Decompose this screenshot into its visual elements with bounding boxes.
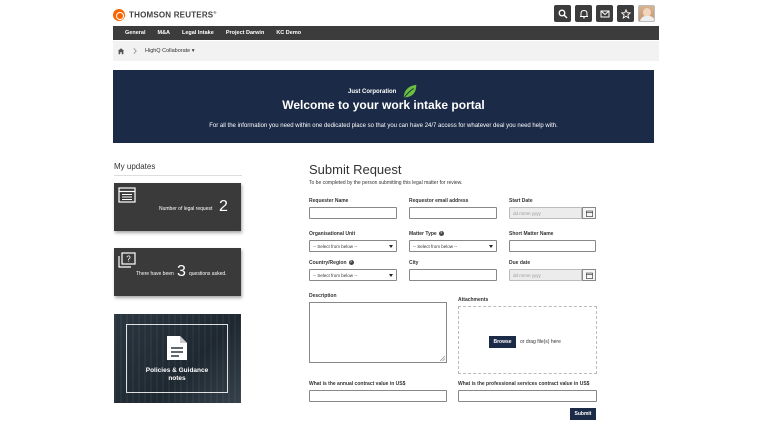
search-icon [558,9,567,18]
org-unit-select[interactable]: -- Select from below -- [309,240,397,252]
star-icon [620,8,631,19]
matter-type-select[interactable]: -- Select from below -- [409,240,497,252]
services-value-label: What is the professional services contra… [458,381,590,387]
chevron-right-icon [133,47,137,55]
list-icon [118,187,136,203]
home-icon[interactable] [117,47,125,55]
description-label: Description [309,293,337,299]
short-matter-input[interactable] [509,240,596,252]
policies-title: Policies & Guidance notes [145,367,209,382]
attachments-dropzone[interactable]: Browse or drag file(s) here [458,306,597,374]
description-textarea[interactable] [309,302,447,363]
header-actions [554,5,655,22]
form-title: Submit Request [309,162,402,177]
chevron-down-icon [489,244,493,248]
country-select[interactable]: -- Select from below -- [309,269,397,281]
org-unit-label: Organisational Unit [309,231,356,237]
start-date-label: Start Date [509,198,533,204]
country-label: Country/Region? [309,260,354,266]
search-button[interactable] [554,5,571,22]
brand-logo[interactable]: THOMSON REUTERS® [113,8,217,22]
question-icon: ? [118,252,136,268]
nav-item-legal-intake[interactable]: Legal Intake [176,30,220,36]
requester-name-input[interactable] [309,207,397,219]
favorites-button[interactable] [617,5,634,22]
due-date-calendar-button[interactable] [582,269,596,281]
nav-item-project-darwin[interactable]: Project Darwin [220,30,271,36]
mail-icon [600,10,609,17]
calendar-icon [585,210,593,217]
form-subtitle: To be completed by the person submitting… [309,180,463,186]
services-value-input[interactable] [458,390,597,402]
breadcrumb: HighQ Collaborate ▾ [113,41,659,61]
main-nav: General M&A Legal Intake Project Darwin … [113,26,659,40]
attachments-label: Attachments [458,297,489,303]
city-input[interactable] [409,269,497,281]
annual-value-label: What is the annual contract value in US$ [309,381,406,387]
calendar-icon [585,272,593,279]
messages-button[interactable] [596,5,613,22]
requester-email-input[interactable] [409,207,497,219]
chevron-down-icon [389,273,393,277]
nav-item-general[interactable]: General [119,30,151,36]
short-matter-label: Short Matter Name [509,231,554,237]
svg-text:?: ? [126,255,131,264]
divider [114,175,242,176]
due-date-label: Due date [509,260,531,266]
user-avatar[interactable] [638,5,655,22]
my-updates-title: My updates [114,162,156,171]
questions-suffix: questions asked. [189,271,227,277]
nav-item-kc-demo[interactable]: KC Demo [270,30,307,36]
questions-prefix: There have been [136,271,174,277]
browse-button[interactable]: Browse [489,336,516,348]
submit-button[interactable]: Submit [570,408,596,420]
matter-type-label: Matter Type? [409,231,444,237]
legal-requests-label: Number of legal request [159,206,213,212]
start-date-input[interactable]: dd mmm yyyy [509,207,582,219]
policies-guidance-tile[interactable]: Policies & Guidance notes [114,314,241,403]
due-date-input[interactable]: dd mmm yyyy [509,269,582,281]
welcome-banner: Just Corporation Welcome to your work in… [113,70,654,143]
legal-requests-count: 2 [219,198,228,215]
drag-files-text: or drag file(s) here [520,339,561,345]
chevron-down-icon [389,244,393,248]
questions-count: 3 [177,263,186,280]
resize-handle-icon[interactable] [440,356,445,361]
notifications-button[interactable] [575,5,592,22]
banner-subtitle: For all the information you need within … [209,123,558,129]
banner-title: Welcome to your work intake portal [282,98,485,112]
legal-requests-card[interactable]: Number of legal request 2 [114,183,241,231]
nav-item-m-and-a[interactable]: M&A [151,30,176,36]
start-date-calendar-button[interactable] [582,207,596,219]
requester-name-label: Requester Name [309,198,349,204]
thomson-reuters-logo-icon [113,9,125,21]
help-icon[interactable]: ? [438,231,444,237]
breadcrumb-current[interactable]: HighQ Collaborate ▾ [145,48,195,54]
brand-name: THOMSON REUTERS® [129,10,217,20]
city-label: City [409,260,419,266]
requester-email-label: Requestor email address [409,198,469,204]
annual-value-input[interactable] [309,390,447,402]
help-icon[interactable]: ? [348,260,354,266]
document-icon [167,336,187,360]
bell-icon [579,9,588,19]
questions-card[interactable]: ? There have been 3 questions asked. [114,248,241,296]
